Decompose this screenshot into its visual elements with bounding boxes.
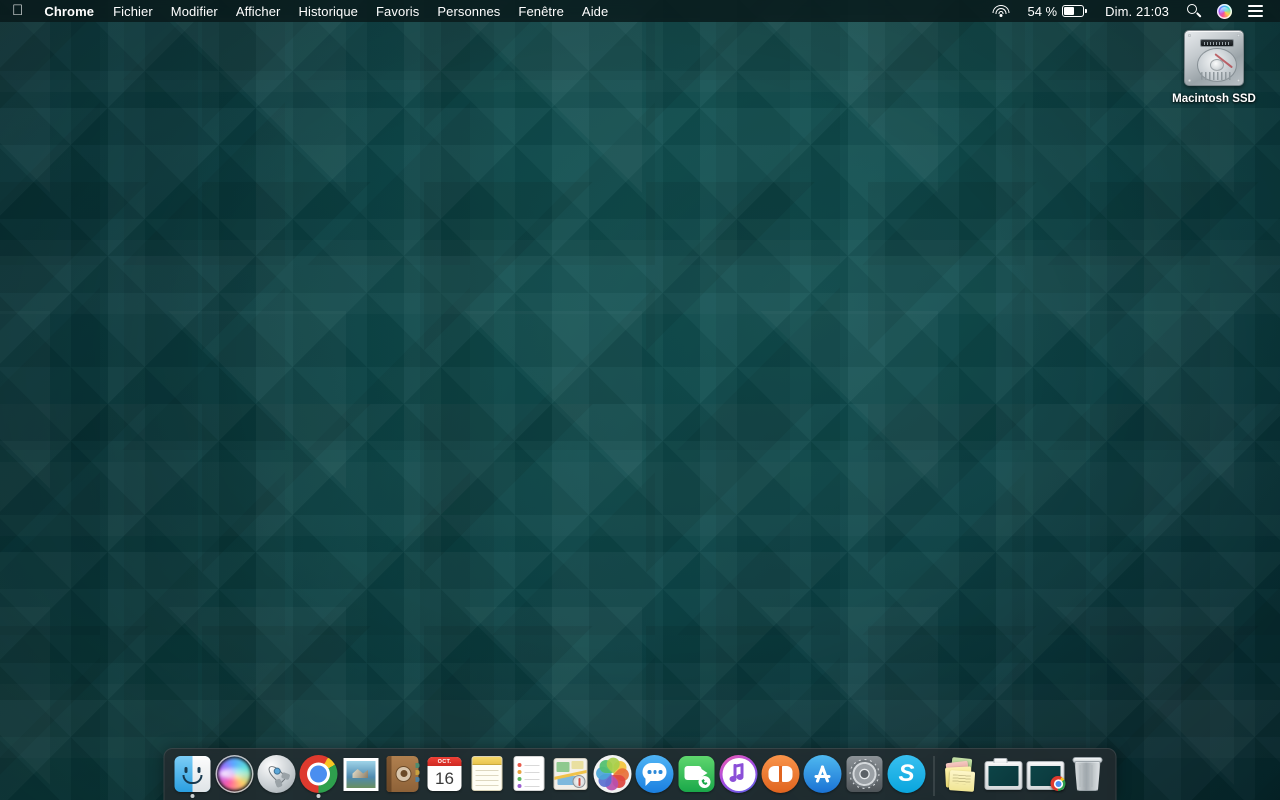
menu-bar-clock[interactable]: Dim. 21:03 <box>1095 0 1179 22</box>
dock-separator <box>933 756 935 796</box>
menu-bar-left:  Chrome Fichier Modifier Afficher Histo… <box>0 0 617 22</box>
menu-item-personnes[interactable]: Personnes <box>428 0 509 22</box>
siri-menu-item[interactable] <box>1209 0 1240 22</box>
minimized-window-icon <box>984 755 1023 793</box>
notes-icon <box>468 755 506 793</box>
dock-item-calendar[interactable]: OCT. 16 <box>424 752 466 800</box>
dock-item-finder[interactable] <box>172 752 214 800</box>
documents-stack-icon <box>943 755 981 793</box>
dock-item-reminders[interactable] <box>508 752 550 800</box>
menu-item-fichier[interactable]: Fichier <box>104 0 162 22</box>
menu-item-aide[interactable]: Aide <box>573 0 617 22</box>
dock-item-trash[interactable] <box>1067 752 1109 800</box>
reminders-icon <box>510 755 548 793</box>
ibooks-icon <box>761 755 800 793</box>
dock-item-chrome[interactable] <box>298 752 340 800</box>
dock-item-maps[interactable] <box>550 752 592 800</box>
desktop-icon-label: Macintosh SSD <box>1172 93 1256 105</box>
battery-percent-label: 54 % <box>1027 3 1058 19</box>
launchpad-rocket-icon <box>257 755 296 793</box>
skype-icon: S <box>887 755 926 793</box>
finder-icon <box>174 755 212 793</box>
mail-stamp-icon <box>342 755 380 793</box>
dock[interactable]: OCT. 16 S <box>163 748 1117 800</box>
minimized-window-icon <box>1026 755 1066 793</box>
running-indicator <box>316 794 321 798</box>
wallpaper-vignette <box>0 0 1280 800</box>
menu-bar-status-items: 54 % Dim. 21:03 <box>984 0 1280 22</box>
hard-drive-icon <box>1181 28 1247 88</box>
dock-item-app-store[interactable] <box>802 752 844 800</box>
trash-icon <box>1069 755 1107 793</box>
app-store-icon <box>803 755 842 793</box>
battery-status-item[interactable]: 54 % <box>1017 0 1095 22</box>
dock-item-minimized-finder-window[interactable] <box>983 752 1025 800</box>
dock-item-ibooks[interactable] <box>760 752 802 800</box>
menu-item-afficher[interactable]: Afficher <box>227 0 290 22</box>
menu-item-modifier[interactable]: Modifier <box>162 0 227 22</box>
desktop[interactable]:  Chrome Fichier Modifier Afficher Histo… <box>0 0 1280 800</box>
itunes-icon <box>719 755 758 793</box>
dock-item-facetime[interactable] <box>676 752 718 800</box>
dock-item-siri[interactable] <box>214 752 256 800</box>
calendar-icon: OCT. 16 <box>426 755 464 793</box>
dock-item-skype[interactable]: S <box>886 752 928 800</box>
dock-item-launchpad[interactable] <box>256 752 298 800</box>
siri-icon <box>1217 3 1232 19</box>
menu-item-favoris[interactable]: Favoris <box>367 0 428 22</box>
maps-icon <box>552 755 590 793</box>
menu-app-name[interactable]: Chrome <box>34 0 104 22</box>
dock-item-photos[interactable] <box>592 752 634 800</box>
wifi-icon <box>992 5 1010 17</box>
running-indicator <box>190 794 195 798</box>
calendar-day-label: 16 <box>435 769 454 788</box>
notification-center-menu-item[interactable] <box>1240 0 1271 22</box>
dock-item-system-preferences[interactable] <box>844 752 886 800</box>
messages-bubble-icon <box>635 755 674 793</box>
menu-item-fenetre[interactable]: Fenêtre <box>509 0 573 22</box>
dock-item-itunes[interactable] <box>718 752 760 800</box>
system-preferences-gear-icon <box>846 755 884 793</box>
dock-item-minimized-chrome-window[interactable] <box>1025 752 1067 800</box>
dock-item-notes[interactable] <box>466 752 508 800</box>
skype-letter: S <box>887 755 926 793</box>
dock-item-documents-stack[interactable] <box>941 752 983 800</box>
notification-center-icon <box>1248 5 1263 17</box>
calendar-month-label: OCT. <box>427 757 462 766</box>
contacts-book-icon <box>384 755 422 793</box>
chrome-icon <box>299 755 338 793</box>
siri-icon <box>215 755 254 793</box>
desktop-icon-macintosh-ssd[interactable]: Macintosh SSD <box>1162 28 1266 106</box>
dock-item-messages[interactable] <box>634 752 676 800</box>
menu-bar:  Chrome Fichier Modifier Afficher Histo… <box>0 0 1280 22</box>
spotlight-search-icon <box>1187 4 1202 18</box>
photos-icon <box>593 755 632 793</box>
battery-icon <box>1062 5 1088 17</box>
dock-item-mail[interactable] <box>340 752 382 800</box>
apple-menu[interactable]:  <box>0 0 34 22</box>
facetime-icon <box>678 755 716 793</box>
dock-item-contacts[interactable] <box>382 752 424 800</box>
menu-item-historique[interactable]: Historique <box>289 0 367 22</box>
apple-logo-icon:  <box>12 3 23 18</box>
wifi-status-item[interactable] <box>984 0 1017 22</box>
spotlight-menu-item[interactable] <box>1179 0 1209 22</box>
